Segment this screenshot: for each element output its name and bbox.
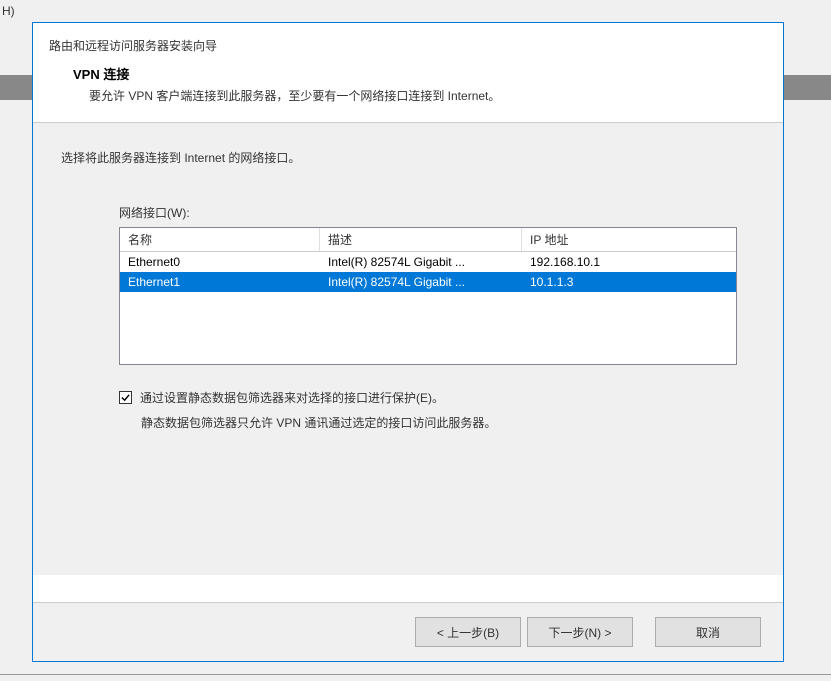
background-line bbox=[0, 674, 831, 675]
cell-name: Ethernet1 bbox=[120, 274, 320, 290]
static-filter-checkbox-row: 通过设置静态数据包筛选器来对选择的接口进行保护(E)。 bbox=[119, 389, 755, 406]
cancel-button[interactable]: 取消 bbox=[655, 617, 761, 647]
wizard-footer: < 上一步(B) 下一步(N) > 取消 bbox=[33, 602, 783, 661]
cell-description: Intel(R) 82574L Gigabit ... bbox=[320, 254, 522, 270]
network-interface-list[interactable]: 名称 描述 IP 地址 Ethernet0Intel(R) 82574L Gig… bbox=[119, 227, 737, 365]
side-fragment: H) bbox=[2, 4, 15, 18]
cell-description: Intel(R) 82574L Gigabit ... bbox=[320, 274, 522, 290]
column-description[interactable]: 描述 bbox=[320, 228, 522, 251]
page-description: 要允许 VPN 客户端连接到此服务器，至少要有一个网络接口连接到 Interne… bbox=[73, 87, 767, 104]
checkmark-icon bbox=[121, 393, 130, 402]
cell-ip: 192.168.10.1 bbox=[522, 254, 736, 270]
instruction-text: 选择将此服务器连接到 Internet 的网络接口。 bbox=[61, 149, 755, 166]
cell-ip: 10.1.1.3 bbox=[522, 274, 736, 290]
window-title: 路由和远程访问服务器安装向导 bbox=[49, 37, 767, 54]
column-name[interactable]: 名称 bbox=[120, 228, 320, 251]
cell-name: Ethernet0 bbox=[120, 254, 320, 270]
table-row[interactable]: Ethernet0Intel(R) 82574L Gigabit ...192.… bbox=[120, 252, 736, 272]
wizard-dialog: 路由和远程访问服务器安装向导 VPN 连接 要允许 VPN 客户端连接到此服务器… bbox=[32, 22, 784, 662]
list-label: 网络接口(W): bbox=[119, 204, 755, 221]
table-row[interactable]: Ethernet1Intel(R) 82574L Gigabit ...10.1… bbox=[120, 272, 736, 292]
hint-text: 静态数据包筛选器只允许 VPN 通讯通过选定的接口访问此服务器。 bbox=[141, 414, 755, 431]
wizard-header: 路由和远程访问服务器安装向导 VPN 连接 要允许 VPN 客户端连接到此服务器… bbox=[33, 23, 783, 123]
wizard-body: 选择将此服务器连接到 Internet 的网络接口。 网络接口(W): 名称 描… bbox=[33, 123, 783, 575]
static-filter-checkbox[interactable] bbox=[119, 391, 132, 404]
back-button[interactable]: < 上一步(B) bbox=[415, 617, 521, 647]
static-filter-label: 通过设置静态数据包筛选器来对选择的接口进行保护(E)。 bbox=[140, 389, 444, 406]
table-header: 名称 描述 IP 地址 bbox=[120, 228, 736, 252]
column-ip[interactable]: IP 地址 bbox=[522, 228, 736, 251]
next-button[interactable]: 下一步(N) > bbox=[527, 617, 633, 647]
page-heading: VPN 连接 bbox=[73, 64, 767, 83]
